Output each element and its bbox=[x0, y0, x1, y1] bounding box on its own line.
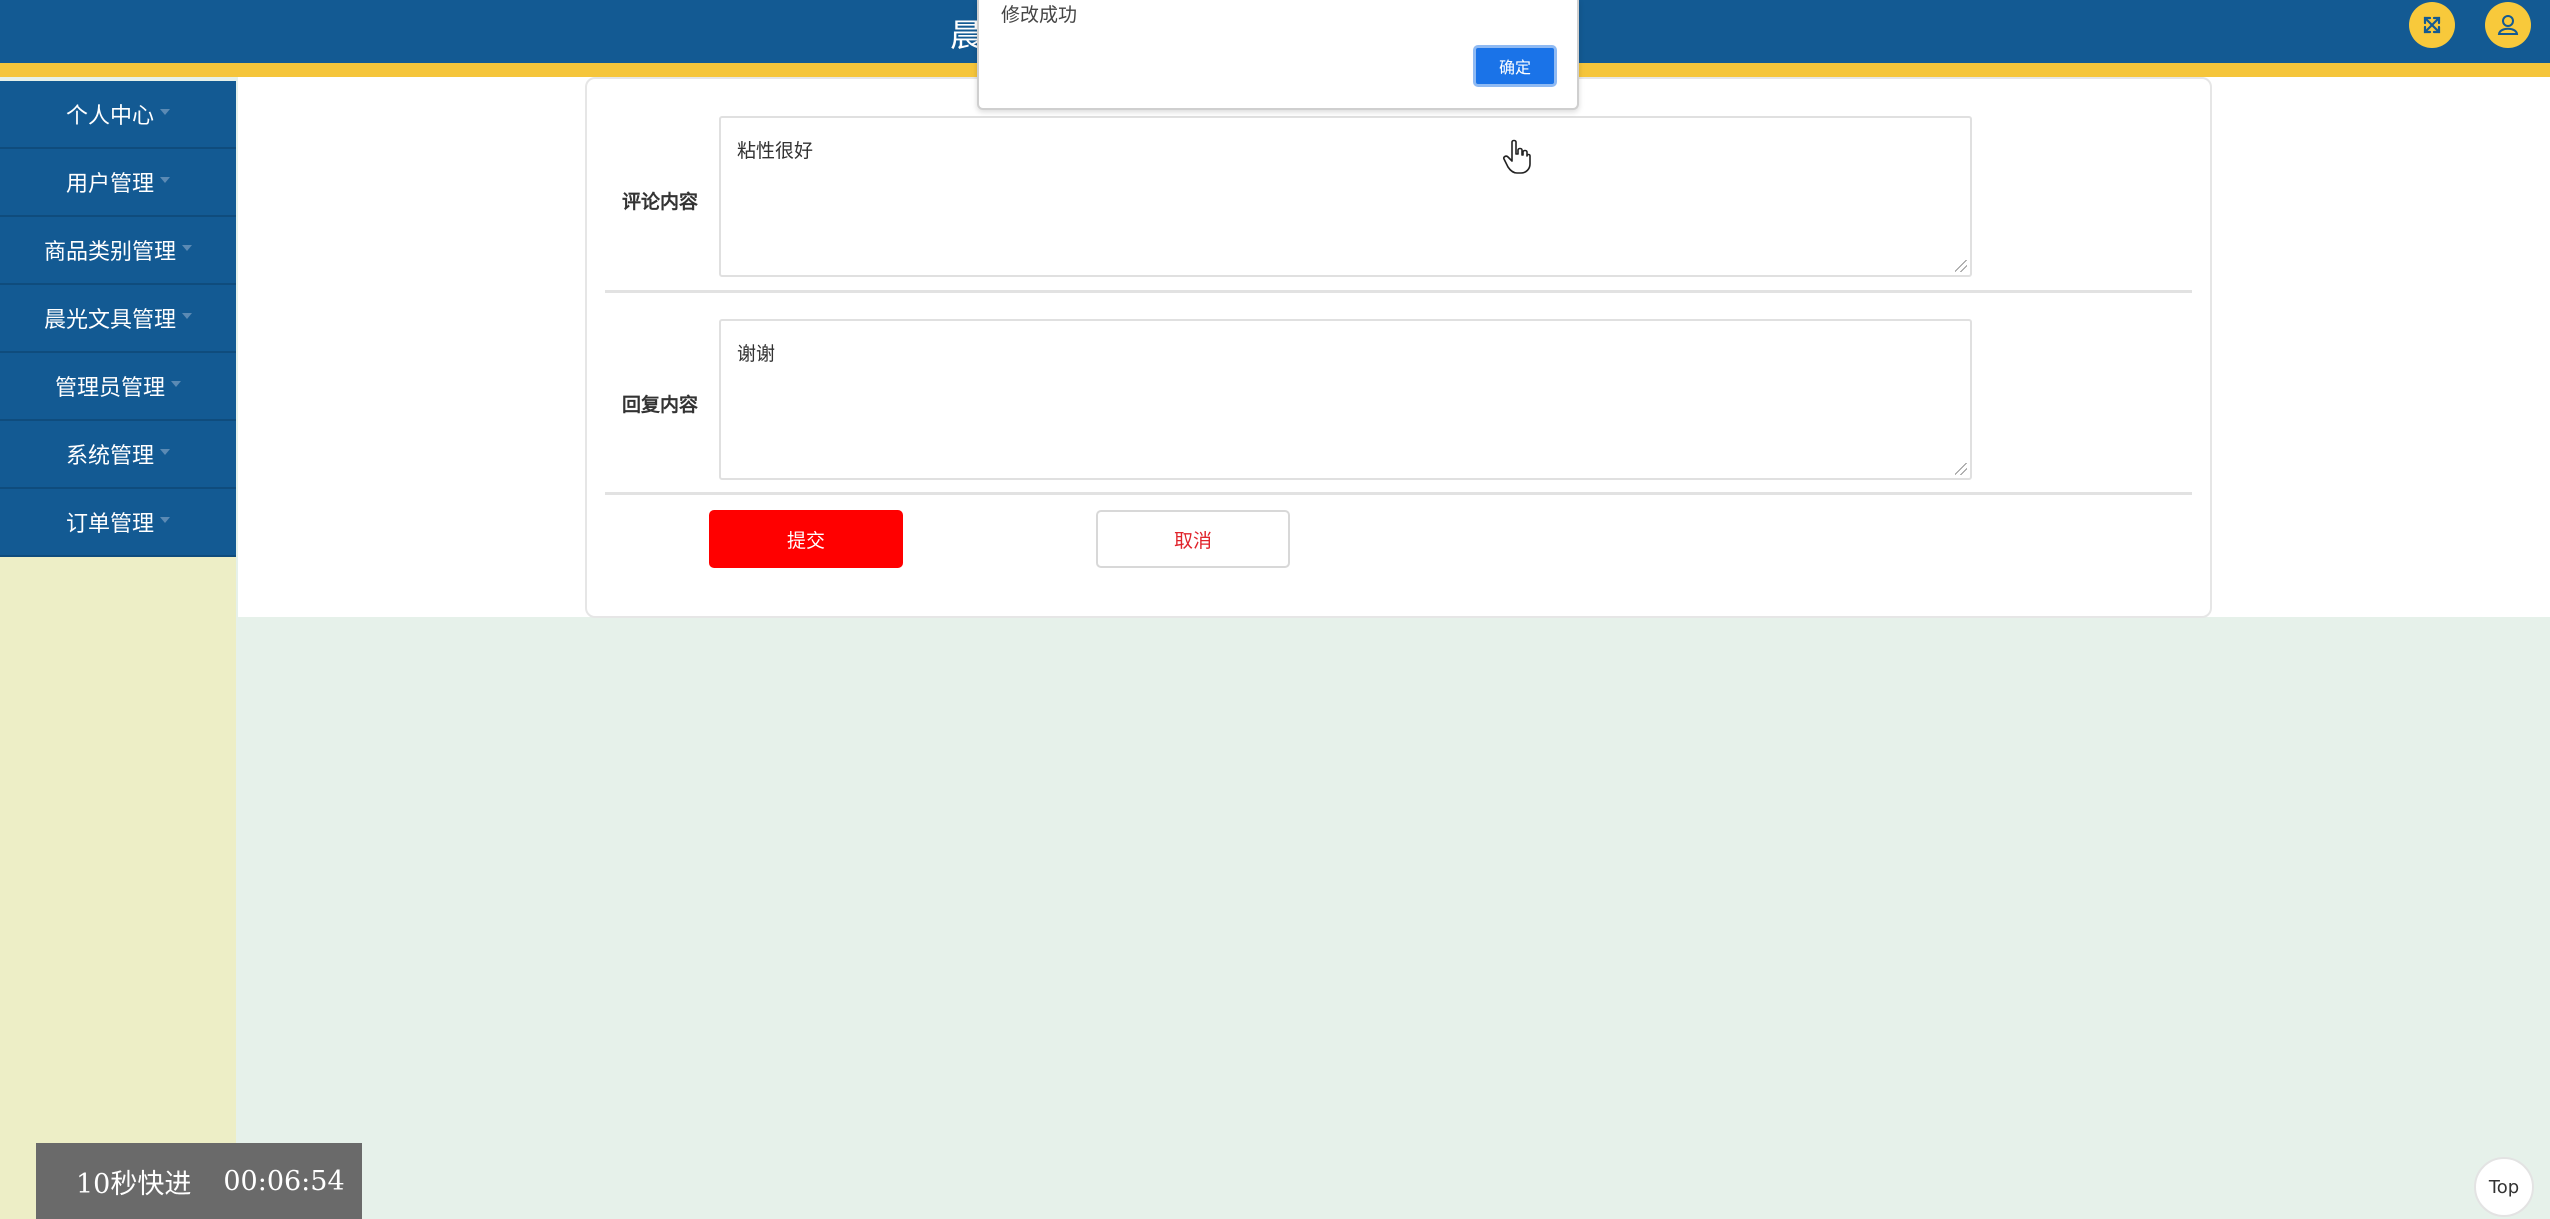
expand-arrows-icon bbox=[2423, 16, 2441, 34]
sidebar-item-label: 系统管理 bbox=[65, 444, 154, 469]
chevron-down-icon bbox=[160, 449, 170, 455]
sidebar-item-label: 管理员管理 bbox=[54, 376, 165, 401]
sidebar-item-user-management[interactable]: 用户管理 bbox=[0, 149, 236, 217]
reply-label: 回复内容 bbox=[622, 394, 699, 416]
chevron-down-icon bbox=[160, 517, 170, 523]
sidebar-item-personal-center[interactable]: 个人中心 bbox=[0, 81, 236, 149]
dialog-message: 修改成功 bbox=[1001, 4, 1078, 26]
resize-handle-icon[interactable] bbox=[1955, 463, 1967, 475]
sidebar-menu: 个人中心 用户管理 商品类别管理 晨光文具管理 管理员管理 系统管理 订单管理 bbox=[0, 81, 236, 557]
skip-forward-button[interactable]: 10秒快进 bbox=[76, 1162, 191, 1201]
chevron-down-icon bbox=[182, 245, 192, 251]
comment-label: 评论内容 bbox=[622, 191, 699, 213]
fullscreen-button[interactable] bbox=[2409, 2, 2455, 48]
sidebar-item-label: 订单管理 bbox=[65, 512, 154, 537]
alert-dialog: 修改成功 确定 bbox=[977, 0, 1579, 110]
video-timestamp: 00:06:54 bbox=[223, 1165, 345, 1197]
comment-textarea[interactable]: 粘性很好 bbox=[719, 116, 1972, 277]
user-menu-button[interactable] bbox=[2485, 2, 2531, 48]
reply-textarea[interactable]: 谢谢 bbox=[719, 319, 1972, 480]
back-to-top-button[interactable]: Top bbox=[2474, 1157, 2534, 1217]
sidebar-item-label: 晨光文具管理 bbox=[43, 308, 176, 333]
sidebar-item-label: 个人中心 bbox=[65, 104, 154, 129]
form-divider bbox=[605, 290, 2192, 293]
chevron-down-icon bbox=[171, 381, 181, 387]
chevron-down-icon bbox=[160, 109, 170, 115]
sidebar-item-category-management[interactable]: 商品类别管理 bbox=[0, 217, 236, 285]
sidebar-item-label: 商品类别管理 bbox=[43, 240, 176, 265]
sidebar-item-label: 用户管理 bbox=[65, 172, 154, 197]
sidebar: 个人中心 用户管理 商品类别管理 晨光文具管理 管理员管理 系统管理 订单管理 bbox=[0, 81, 236, 1219]
form-divider bbox=[605, 492, 2192, 495]
submit-button[interactable]: 提交 bbox=[709, 510, 903, 568]
sidebar-item-admin-management[interactable]: 管理员管理 bbox=[0, 353, 236, 421]
hand-cursor-icon bbox=[1503, 139, 1531, 174]
video-control-bar: 10秒快进 00:06:54 bbox=[36, 1143, 362, 1219]
user-icon bbox=[2497, 15, 2519, 35]
resize-handle-icon[interactable] bbox=[1955, 260, 1967, 272]
sidebar-item-stationery-management[interactable]: 晨光文具管理 bbox=[0, 285, 236, 353]
sidebar-item-order-management[interactable]: 订单管理 bbox=[0, 489, 236, 557]
chevron-down-icon bbox=[182, 313, 192, 319]
dialog-ok-button[interactable]: 确定 bbox=[1473, 45, 1557, 87]
chevron-down-icon bbox=[160, 177, 170, 183]
reply-text: 谢谢 bbox=[737, 343, 776, 365]
cancel-button[interactable]: 取消 bbox=[1096, 510, 1290, 568]
comment-text: 粘性很好 bbox=[737, 140, 814, 162]
sidebar-item-system-management[interactable]: 系统管理 bbox=[0, 421, 236, 489]
